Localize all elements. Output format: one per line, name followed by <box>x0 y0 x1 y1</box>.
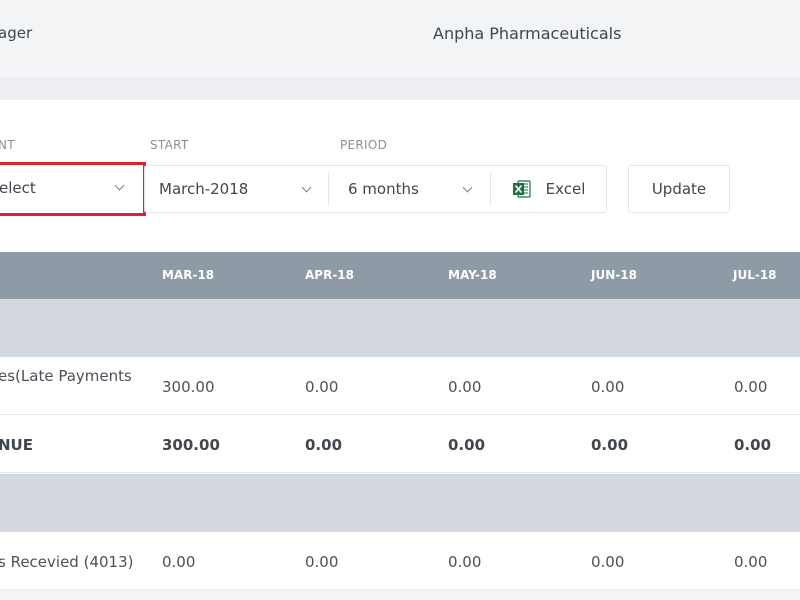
filter-panel: NT START PERIOD elect March-2018 6 month… <box>0 100 800 252</box>
cell-value: 0.00 <box>448 378 482 396</box>
cell-value: 0.00 <box>305 436 343 454</box>
chevron-down-icon <box>114 180 125 191</box>
column-header: JUN-18 <box>591 268 637 282</box>
cell-value: 300.00 <box>162 378 215 396</box>
cell-value: 0.00 <box>591 378 625 396</box>
cell-value: 0.00 <box>305 553 339 571</box>
account-select[interactable]: elect <box>0 162 146 216</box>
column-header: MAR-18 <box>162 268 215 282</box>
excel-icon <box>512 180 531 198</box>
start-month-value: March-2018 <box>159 180 249 198</box>
section-row <box>0 474 800 532</box>
excel-label: Excel <box>545 180 586 198</box>
table-row: s Recevied (4013) 0.00 0.00 0.00 0.00 0.… <box>0 532 800 590</box>
cell-value: 0.00 <box>448 436 486 454</box>
account-label: NT <box>0 138 15 152</box>
cell-value: 0.00 <box>734 378 768 396</box>
app-title-fragment: ager <box>0 24 33 42</box>
company-name: Anpha Pharmaceuticals <box>433 24 622 43</box>
cell-value: 0.00 <box>591 553 625 571</box>
top-bar: ager Anpha Pharmaceuticals <box>0 0 800 77</box>
cell-value: 0.00 <box>591 436 629 454</box>
row-label: es(Late Payments <box>0 367 132 385</box>
account-select-value: elect <box>0 179 36 197</box>
filter-controls: March-2018 6 months Excel <box>144 165 607 213</box>
start-month-select[interactable]: March-2018 <box>159 166 327 212</box>
cell-value: 0.00 <box>305 378 339 396</box>
row-label: s Recevied (4013) <box>0 553 134 571</box>
column-header: MAY-18 <box>448 268 497 282</box>
cell-value: 0.00 <box>734 436 772 454</box>
cell-value: 0.00 <box>162 553 196 571</box>
update-button[interactable]: Update <box>628 165 730 213</box>
period-select[interactable]: 6 months <box>348 166 488 212</box>
row-label: NUE <box>0 436 33 454</box>
table-row: es(Late Payments 300.00 0.00 0.00 0.00 0… <box>0 357 800 415</box>
excel-export-button[interactable]: Excel <box>491 166 606 212</box>
cell-value: 300.00 <box>162 436 220 454</box>
chevron-down-icon <box>462 182 473 193</box>
table-row-total: NUE 300.00 0.00 0.00 0.00 0.00 <box>0 415 800 473</box>
period-label: PERIOD <box>340 138 388 152</box>
separator-band <box>0 77 800 100</box>
table-header: MAR-18 APR-18 MAY-18 JUN-18 JUL-18 <box>0 252 800 299</box>
section-row <box>0 299 800 357</box>
start-label: START <box>150 138 189 152</box>
column-header: APR-18 <box>305 268 355 282</box>
divider <box>328 172 329 206</box>
cell-value: 0.00 <box>448 553 482 571</box>
cell-value: 0.00 <box>734 553 768 571</box>
column-header: JUL-18 <box>733 268 777 282</box>
period-value: 6 months <box>348 180 419 198</box>
chevron-down-icon <box>301 182 312 193</box>
